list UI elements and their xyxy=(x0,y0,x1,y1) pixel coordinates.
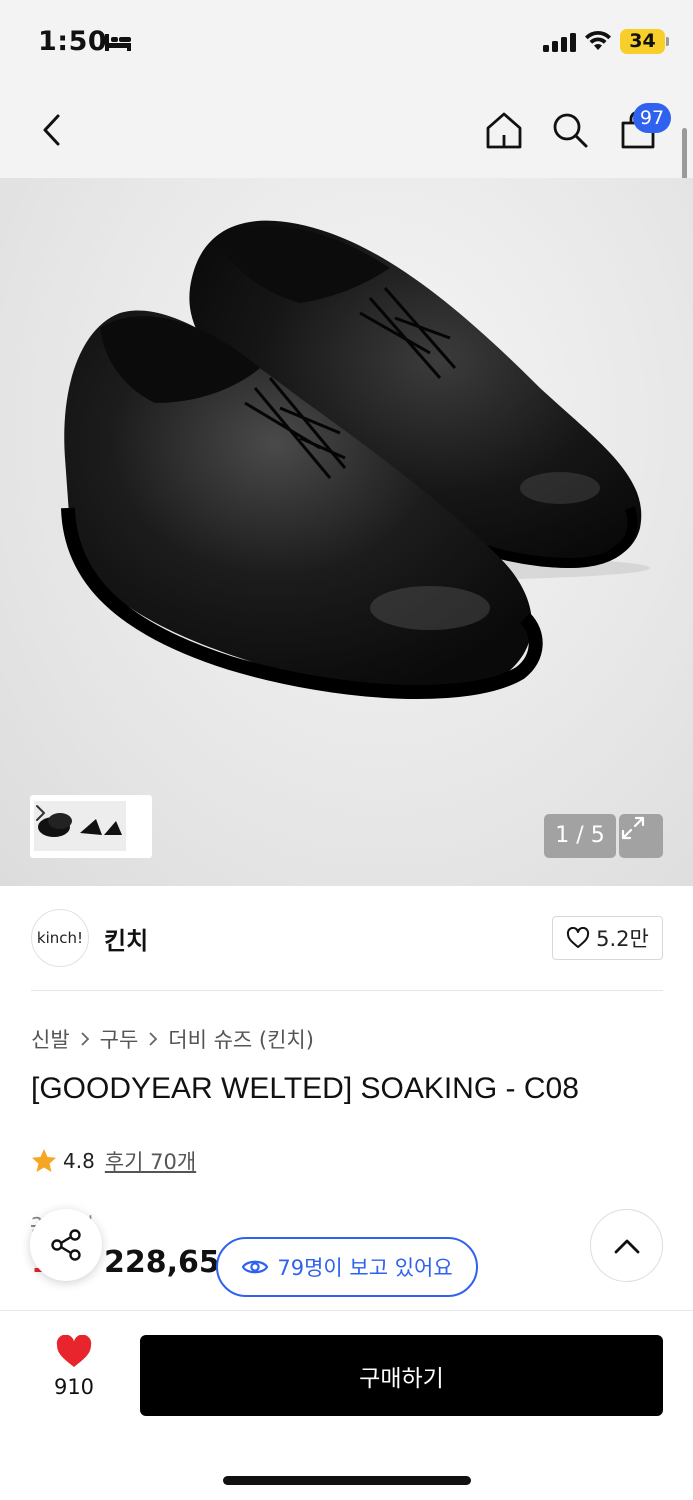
thumbnail-strip[interactable] xyxy=(30,795,152,858)
sale-price: 228,65 xyxy=(104,1245,220,1280)
breadcrumb-item[interactable]: 신발 xyxy=(31,1024,70,1054)
battery-tip xyxy=(666,37,669,46)
brand-name[interactable]: 킨치 xyxy=(104,921,148,956)
wifi-icon xyxy=(585,30,611,50)
back-button[interactable] xyxy=(30,108,74,152)
cart-count-badge: 97 xyxy=(633,103,671,133)
share-icon xyxy=(51,1229,81,1261)
star-icon xyxy=(32,1149,56,1172)
divider xyxy=(31,990,663,991)
image-page-indicator: 1 / 5 xyxy=(544,814,616,858)
like-brand-button[interactable]: 5.2만 xyxy=(552,916,663,960)
search-button[interactable] xyxy=(548,108,592,152)
chevron-left-icon xyxy=(43,114,60,146)
brand-like-count: 5.2만 xyxy=(596,927,649,951)
sleep-mode-icon xyxy=(105,34,131,51)
scroll-to-top-button[interactable] xyxy=(590,1209,663,1282)
viewers-count-pill: 79명이 보고 있어요 xyxy=(216,1237,478,1297)
breadcrumb-item[interactable]: 더비 슈즈 (킨치) xyxy=(168,1024,314,1054)
home-icon xyxy=(486,112,522,149)
chevron-up-icon xyxy=(614,1239,639,1253)
rating-value: 4.8 xyxy=(63,1149,95,1173)
heart-filled-icon xyxy=(56,1334,92,1367)
chevron-right-icon xyxy=(149,1032,158,1046)
breadcrumb-item[interactable]: 구두 xyxy=(100,1024,139,1054)
home-indicator[interactable] xyxy=(223,1476,471,1485)
product-image-gallery[interactable]: 1 / 5 xyxy=(0,178,693,886)
share-button[interactable] xyxy=(30,1209,102,1281)
wishlist-button[interactable]: 910 xyxy=(40,1334,108,1405)
chevron-right-icon xyxy=(81,1032,89,1046)
breadcrumb: 신발 구두 더비 슈즈 (킨치) xyxy=(31,1024,314,1054)
expand-icon xyxy=(621,816,645,840)
buy-button[interactable]: 구매하기 xyxy=(140,1335,663,1416)
eye-icon xyxy=(242,1260,269,1274)
product-image xyxy=(61,220,650,700)
home-button[interactable] xyxy=(482,108,526,152)
product-title: [GOODYEAR WELTED] SOAKING - C08 xyxy=(31,1072,579,1105)
chevron-right-icon xyxy=(36,805,45,821)
cellular-signal-icon xyxy=(543,33,576,52)
battery-indicator: 34 xyxy=(620,29,665,54)
heart-outline-icon xyxy=(567,927,590,948)
brand-logo[interactable]: kinch! xyxy=(31,909,89,967)
product-rating: 4.8 후기 70개 xyxy=(31,1146,196,1176)
status-time: 1:50 xyxy=(38,26,108,57)
review-count-link[interactable]: 후기 70개 xyxy=(105,1146,196,1176)
expand-image-button[interactable] xyxy=(619,814,663,858)
search-icon xyxy=(553,113,588,148)
top-nav-bar xyxy=(0,88,693,178)
viewers-label: 79명이 보고 있어요 xyxy=(277,1256,453,1280)
bottom-action-bar: 910 구매하기 xyxy=(0,1310,693,1500)
wishlist-count: 910 xyxy=(53,1375,95,1399)
status-bar: 1:50 34 xyxy=(0,0,693,88)
